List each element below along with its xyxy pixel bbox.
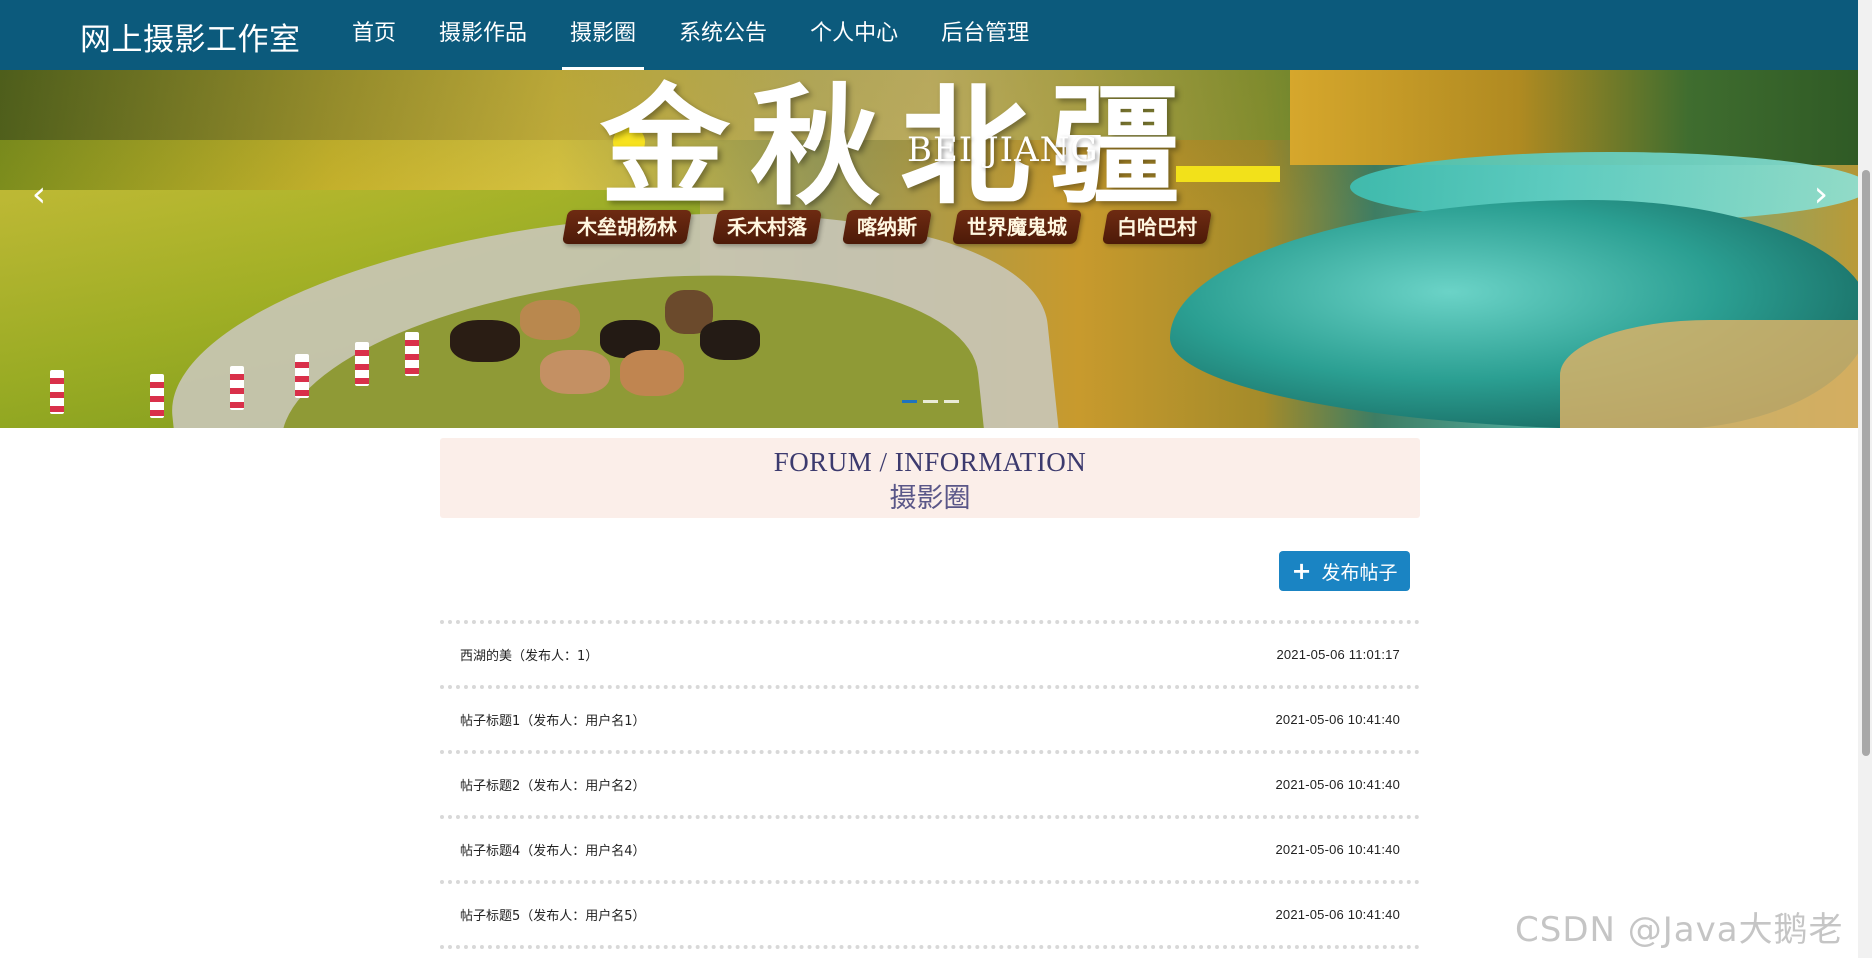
cow (520, 300, 580, 340)
banner-tag: 禾木村落 (712, 210, 822, 244)
banner-subtitle: BEI JIANG (907, 130, 1099, 170)
road-pole (405, 332, 419, 376)
forum-row[interactable]: 帖子标题2（发布人：用户名2） 2021-05-06 10:41:40 (440, 750, 1420, 815)
publish-post-label: 发布帖子 (1321, 561, 1398, 584)
cow (450, 320, 520, 362)
forum-list: 西湖的美（发布人：1） 2021-05-06 11:01:17 帖子标题1（发布… (440, 620, 1420, 949)
forum-post-title[interactable]: 西湖的美（发布人：1） (460, 645, 598, 664)
banner-title-accent (1176, 166, 1280, 182)
plus-icon: + (1291, 557, 1312, 585)
road-pole (230, 366, 244, 410)
forum-post-title[interactable]: 帖子标题2（发布人：用户名2） (460, 775, 646, 794)
watermark: CSDN @Java大鹅老师 (1515, 910, 1844, 950)
forum-row[interactable]: 帖子标题4（发布人：用户名4） 2021-05-06 10:41:40 (440, 815, 1420, 880)
road-pole (50, 370, 64, 414)
carousel-indicators (902, 400, 965, 403)
nav-item-admin[interactable]: 后台管理 (941, 0, 1029, 70)
forum-post-title[interactable]: 帖子标题1（发布人：用户名1） (460, 710, 646, 729)
nav-item-home[interactable]: 首页 (352, 0, 396, 70)
carousel-indicator[interactable] (923, 400, 938, 403)
forum-post-date: 2021-05-06 10:41:40 (1275, 842, 1400, 857)
cow (620, 350, 684, 396)
publish-post-button[interactable]: + 发布帖子 (1279, 551, 1410, 591)
forum-row[interactable]: 西湖的美（发布人：1） 2021-05-06 11:01:17 (440, 620, 1420, 685)
nav-item-works[interactable]: 摄影作品 (439, 0, 527, 70)
forum-post-date: 2021-05-06 10:41:40 (1275, 907, 1400, 922)
forum-post-date: 2021-05-06 10:41:40 (1275, 777, 1400, 792)
road-pole (150, 374, 164, 418)
banner-title: 金秋北疆 (600, 70, 1201, 223)
section-title-cn: 摄影圈 (889, 483, 971, 514)
banner-carousel: 金秋北疆 BEI JIANG 木垒胡杨林 禾木村落 喀纳斯 世界魔鬼城 白哈巴村… (0, 70, 1858, 428)
banner-tag: 世界魔鬼城 (952, 210, 1082, 244)
forum-row[interactable]: 帖子标题5（发布人：用户名5） 2021-05-06 10:41:40 (440, 880, 1420, 945)
banner-tag: 白哈巴村 (1102, 210, 1212, 244)
site-brand[interactable]: 网上摄影工作室 (80, 14, 301, 59)
forum-post-date: 2021-05-06 11:01:17 (1276, 647, 1400, 662)
road-pole (295, 354, 309, 398)
nav-item-announcements[interactable]: 系统公告 (679, 0, 767, 70)
carousel-indicator[interactable] (902, 400, 917, 403)
banner-tags: 木垒胡杨林 禾木村落 喀纳斯 世界魔鬼城 白哈巴村 (562, 210, 1235, 244)
carousel-indicator[interactable] (944, 400, 959, 403)
banner-tag: 木垒胡杨林 (562, 210, 692, 244)
cow (540, 350, 610, 394)
forum-row-divider (440, 945, 1420, 949)
road-pole (355, 342, 369, 386)
top-navbar: 网上摄影工作室 首页 摄影作品 摄影圈 系统公告 个人中心 后台管理 (0, 0, 1858, 70)
forum-post-title[interactable]: 帖子标题5（发布人：用户名5） (460, 905, 646, 924)
cow (700, 320, 760, 360)
page-scrollbar-thumb[interactable] (1862, 170, 1870, 756)
nav-item-forum[interactable]: 摄影圈 (562, 0, 645, 70)
carousel-next-icon[interactable]: › (1806, 175, 1836, 215)
main-nav: 首页 摄影作品 摄影圈 系统公告 个人中心 后台管理 (352, 0, 1072, 70)
banner-shore (1560, 320, 1858, 428)
forum-post-title[interactable]: 帖子标题4（发布人：用户名4） (460, 840, 646, 859)
section-title-en: FORUM / INFORMATION (773, 447, 1087, 477)
forum-row[interactable]: 帖子标题1（发布人：用户名1） 2021-05-06 10:41:40 (440, 685, 1420, 750)
banner-forest (1290, 70, 1858, 165)
banner-tag: 喀纳斯 (842, 210, 932, 244)
forum-post-date: 2021-05-06 10:41:40 (1275, 712, 1400, 727)
banner-cattle (450, 290, 760, 396)
nav-item-user-center[interactable]: 个人中心 (810, 0, 898, 70)
carousel-prev-icon[interactable]: ‹ (24, 175, 54, 215)
section-header: FORUM / INFORMATION 摄影圈 (440, 438, 1420, 518)
